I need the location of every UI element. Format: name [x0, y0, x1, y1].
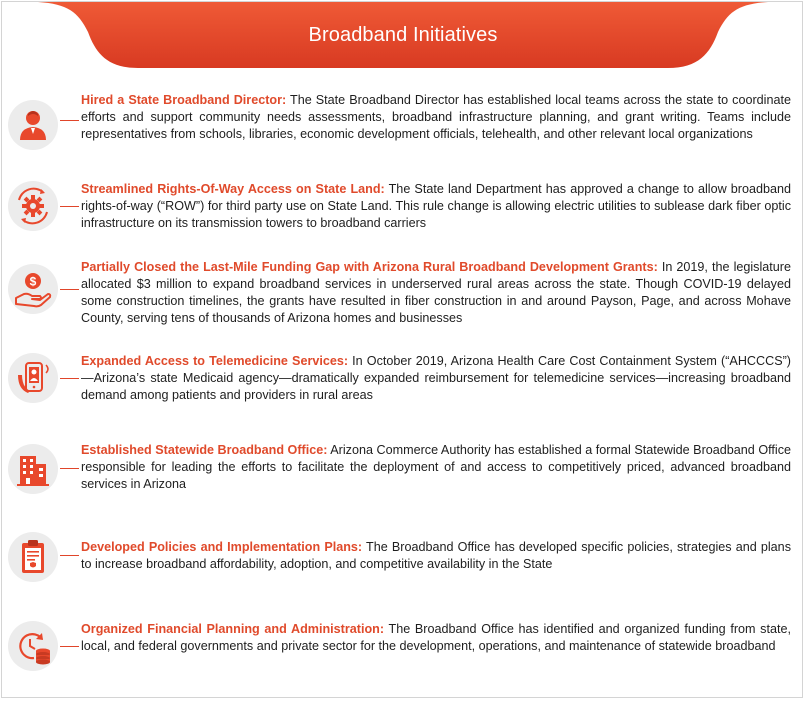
- telemedicine-phone-icon: [18, 362, 49, 393]
- connector-line: [60, 646, 79, 647]
- clock-coins-icon: [19, 633, 50, 665]
- initiative-text: Developed Policies and Implementation Pl…: [81, 539, 791, 573]
- gear-cycle-icon: [18, 187, 48, 225]
- initiative-text: Streamlined Rights-Of-Way Access on Stat…: [81, 181, 791, 232]
- icon-circle: [8, 353, 58, 403]
- connector-line: [60, 206, 79, 207]
- initiative-title: Expanded Access to Telemedicine Services…: [81, 354, 349, 368]
- initiative-title: Developed Policies and Implementation Pl…: [81, 540, 363, 554]
- initiative-text: Expanded Access to Telemedicine Services…: [81, 353, 791, 404]
- connector-line: [60, 120, 79, 121]
- initiative-text: Established Statewide Broadband Office: …: [81, 442, 791, 493]
- initiative-title: Streamlined Rights-Of-Way Access on Stat…: [81, 182, 385, 196]
- connector-line: [60, 555, 79, 556]
- initiative-title: Organized Financial Planning and Adminis…: [81, 622, 385, 636]
- icon-circle: $: [8, 264, 58, 314]
- header-banner: Broadband Initiatives: [38, 2, 768, 70]
- building-icon: [17, 456, 49, 486]
- connector-line: [60, 289, 79, 290]
- svg-text:$: $: [30, 275, 37, 289]
- connector-line: [60, 468, 79, 469]
- icon-circle: [8, 181, 58, 231]
- initiative-text: Partially Closed the Last-Mile Funding G…: [81, 259, 791, 327]
- initiative-text: Organized Financial Planning and Adminis…: [81, 621, 791, 655]
- page-title: Broadband Initiatives: [308, 24, 498, 46]
- initiative-title: Partially Closed the Last-Mile Funding G…: [81, 260, 658, 274]
- clipboard-icon: [22, 540, 44, 573]
- initiative-title: Hired a State Broadband Director:: [81, 93, 287, 107]
- icon-circle: [8, 100, 58, 150]
- money-hand-icon: $: [15, 273, 52, 308]
- initiative-title: Established Statewide Broadband Office:: [81, 443, 328, 457]
- initiative-text: Hired a State Broadband Director: The St…: [81, 92, 791, 143]
- person-icon: [20, 111, 46, 140]
- icon-circle: [8, 532, 58, 582]
- icon-circle: [8, 444, 58, 494]
- connector-line: [60, 378, 79, 379]
- icon-circle: [8, 621, 58, 671]
